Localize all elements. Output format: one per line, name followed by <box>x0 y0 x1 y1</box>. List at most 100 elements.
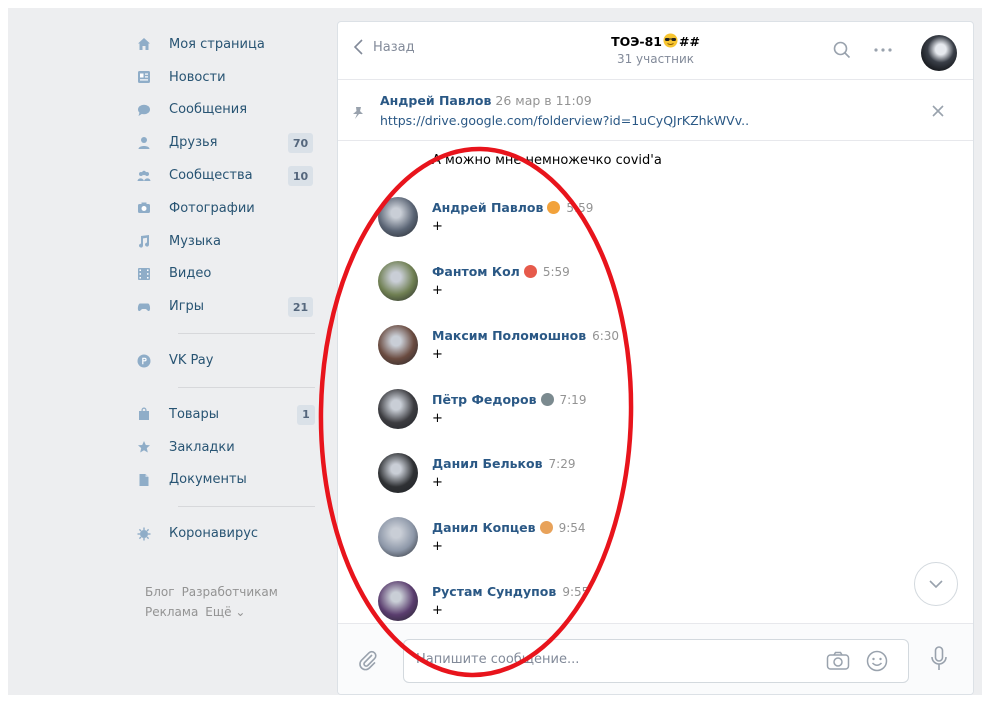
message-author[interactable]: Пётр Федоров 7:19 <box>432 392 586 407</box>
cat-emoji-icon <box>539 521 553 534</box>
sidebar-item-coronavirus[interactable]: Коронавирус <box>137 517 317 550</box>
author-name: Данил Копцев <box>432 520 536 535</box>
avatar[interactable] <box>378 261 418 301</box>
pinned-message[interactable]: Андрей Павлов 26 мар в 11:09 https://driv… <box>338 81 973 141</box>
sidebar-divider <box>178 386 315 388</box>
message-text: + <box>432 347 443 362</box>
chat-window: Назад ТОЭ-81 ## 31 участник Андрей Павлов… <box>337 21 974 695</box>
message-text: + <box>432 219 443 234</box>
sidebar-item-news[interactable]: Новости <box>137 61 317 94</box>
sidebar-item-messages[interactable]: Сообщения <box>137 94 317 127</box>
avatar[interactable] <box>378 453 418 493</box>
pinned-author[interactable]: Андрей Павлов 26 мар в 11:09 <box>380 93 592 108</box>
footer-link-more[interactable]: Ещё ⌄ <box>205 605 245 619</box>
message-composer <box>338 623 973 694</box>
message-author[interactable]: Максим Поломошнов 6:30 <box>432 328 619 343</box>
sidebar-item-photos[interactable]: Фотографии <box>137 192 317 225</box>
chat-member-count[interactable]: 31 участник <box>338 52 973 66</box>
microphone-icon[interactable] <box>931 646 947 672</box>
message-time[interactable]: 9:55 <box>562 585 589 599</box>
sidebar-item-label: Сообщества <box>169 168 253 184</box>
sidebar-item-label: Моя страница <box>169 36 265 52</box>
chevron-down-icon <box>929 580 943 588</box>
alien-emoji-icon <box>540 393 554 406</box>
avatar[interactable] <box>378 197 418 237</box>
message-input[interactable] <box>416 652 796 667</box>
pinned-author-name: Андрей Павлов <box>380 93 492 108</box>
chat-title-suffix: ## <box>678 34 700 49</box>
message-time[interactable]: 7:19 <box>560 393 587 407</box>
sidebar-footer-links: Блог Разработчикам Реклама Ещё ⌄ <box>145 582 285 622</box>
friends-count-badge: 70 <box>288 133 313 154</box>
sidebar-item-music[interactable]: Музыка <box>137 225 317 258</box>
sidebar-divider <box>178 333 315 335</box>
message-row: Фантом Кол 5:59 + <box>338 261 973 321</box>
chat-header: Назад ТОЭ-81 ## 31 участник <box>338 22 973 80</box>
video-icon <box>137 267 151 281</box>
sidebar-item-label: Товары <box>169 406 220 422</box>
message-time[interactable]: 5:59 <box>543 265 570 279</box>
chat-avatar[interactable] <box>921 35 957 71</box>
message-time[interactable]: 5:59 <box>566 201 593 215</box>
author-name: Максим Поломошнов <box>432 328 587 343</box>
games-count-badge: 21 <box>288 297 313 318</box>
message-author[interactable]: Данил Бельков 7:29 <box>432 456 575 471</box>
message-list: А можно мне немножечко covid'a Андрей Па… <box>338 142 973 623</box>
footer-link-developers[interactable]: Разработчикам <box>182 585 278 599</box>
sidebar-item-friends[interactable]: Друзья 70 <box>137 126 317 159</box>
sidebar-item-label: Видео <box>169 266 212 282</box>
communities-count-badge: 10 <box>288 166 313 187</box>
sunglasses-emoji-icon <box>663 33 678 48</box>
close-icon[interactable] <box>932 105 944 117</box>
sidebar-item-label: Закладки <box>169 439 235 455</box>
author-name: Пётр Федоров <box>432 392 537 407</box>
pinned-link[interactable]: https://drive.google.com/folderview?id=1… <box>380 113 749 128</box>
message-row: Данил Копцев 9:54 + <box>338 517 973 577</box>
message-time[interactable]: 6:30 <box>592 329 619 343</box>
sidebar-item-my-page[interactable]: Моя страница <box>137 28 317 61</box>
search-icon[interactable] <box>833 41 851 59</box>
more-options-icon[interactable] <box>874 48 892 52</box>
bag-icon <box>137 407 151 421</box>
footer-link-blog[interactable]: Блог <box>145 585 175 599</box>
virus-icon <box>137 527 151 541</box>
news-icon <box>137 70 151 84</box>
footer-link-ads[interactable]: Реклама <box>145 605 198 619</box>
sidebar-item-video[interactable]: Видео <box>137 258 317 291</box>
sidebar-item-label: Фотографии <box>169 200 255 216</box>
scroll-down-button[interactable] <box>914 562 958 606</box>
sidebar-item-vkpay[interactable]: VK Pay <box>137 344 317 377</box>
person-emoji-icon <box>547 201 561 214</box>
message-author[interactable]: Рустам Сундупов 9:55 <box>432 584 589 599</box>
home-icon <box>137 37 151 51</box>
sidebar-item-label: Игры <box>169 299 205 315</box>
avatar[interactable] <box>378 325 418 365</box>
message-author[interactable]: Данил Копцев 9:54 <box>432 520 586 535</box>
paperclip-icon[interactable] <box>358 649 378 671</box>
sidebar-item-communities[interactable]: Сообщества 10 <box>137 159 317 192</box>
left-sidebar: Моя страница Новости Сообщения Друзья 70… <box>137 28 317 550</box>
sidebar-item-goods[interactable]: Товары 1 <box>137 398 317 431</box>
message-row: Данил Бельков 7:29 + <box>338 453 973 513</box>
gamepad-icon <box>137 300 151 314</box>
sidebar-item-games[interactable]: Игры 21 <box>137 290 317 323</box>
camera-icon[interactable] <box>826 651 850 671</box>
message-text: + <box>432 603 443 618</box>
message-continuation-text: А можно мне немножечко covid'a <box>432 153 662 168</box>
document-icon <box>137 473 151 487</box>
avatar[interactable] <box>378 517 418 557</box>
author-name: Рустам Сундупов <box>432 584 557 599</box>
sidebar-item-label: Друзья <box>169 135 218 151</box>
sidebar-item-documents[interactable]: Документы <box>137 464 317 497</box>
message-row: Максим Поломошнов 6:30 + <box>338 325 973 385</box>
goods-count-badge: 1 <box>297 404 315 425</box>
message-time[interactable]: 7:29 <box>549 457 576 471</box>
sidebar-item-bookmarks[interactable]: Закладки <box>137 431 317 464</box>
smile-icon[interactable] <box>866 650 888 672</box>
clown-emoji-icon <box>523 265 537 278</box>
avatar[interactable] <box>378 581 418 621</box>
message-author[interactable]: Андрей Павлов 5:59 <box>432 200 593 215</box>
message-time[interactable]: 9:54 <box>559 521 586 535</box>
avatar[interactable] <box>378 389 418 429</box>
message-author[interactable]: Фантом Кол 5:59 <box>432 264 570 279</box>
